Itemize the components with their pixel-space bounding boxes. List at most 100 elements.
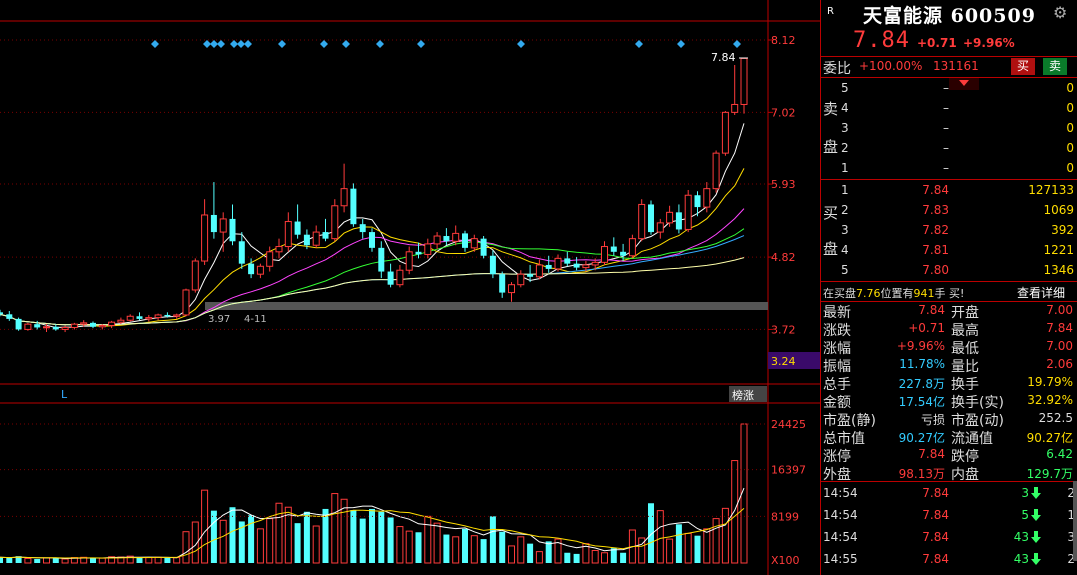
level-price: –	[943, 141, 949, 155]
stat-value: 90.27亿	[1026, 431, 1073, 445]
volume-axis-label: 16397	[771, 464, 806, 477]
divider	[821, 281, 1077, 282]
volume-bar	[210, 510, 217, 563]
volume-bar	[303, 511, 310, 563]
volume-bar	[545, 541, 552, 563]
volume-bar	[517, 536, 525, 564]
stat-value: 227.8万	[898, 377, 945, 391]
candle-body	[90, 322, 96, 327]
stat-row: 涨停 7.84 跌停 6.42	[821, 446, 1077, 465]
r-badge: R	[827, 6, 834, 17]
ask-row[interactable]: 2 – 0	[821, 138, 1077, 158]
level-price: 7.83	[922, 203, 949, 217]
candle-body	[210, 214, 217, 233]
stat-row: 涨跌 +0.71 最高 7.84	[821, 320, 1077, 339]
candle-body	[201, 214, 209, 262]
bid-row[interactable]: 4 7.81 1221	[821, 240, 1077, 260]
tick-row: 14:54 7.84 5 1	[821, 505, 1077, 526]
candle-body	[61, 326, 69, 330]
stat-value: +9.96%	[896, 339, 945, 353]
ask-row[interactable]: 5 – 0	[821, 78, 1077, 98]
volume-unit-label: X100	[771, 554, 800, 567]
candle-body	[312, 231, 320, 246]
volume-bar	[387, 517, 394, 563]
candle-body	[462, 233, 468, 248]
stat-value: 6.42	[1046, 447, 1073, 461]
candle-body	[24, 323, 32, 330]
stat-value: 129.7万	[1026, 467, 1073, 481]
candle-body	[387, 271, 394, 285]
candle-body	[248, 263, 255, 275]
ask-row[interactable]: 4 – 0	[821, 98, 1077, 118]
bid-row[interactable]: 2 7.83 1069	[821, 200, 1077, 220]
volume-bar	[480, 539, 487, 563]
sell-button[interactable]: 卖	[1043, 58, 1067, 75]
stat-value: 98.13万	[898, 467, 945, 481]
stat-row: 总市值 90.27亿 流通值 90.27亿	[821, 428, 1077, 447]
candle-body	[6, 314, 13, 319]
bid-row[interactable]: 5 7.80 1346	[821, 260, 1077, 280]
l-label: L	[61, 388, 68, 401]
level-price: –	[943, 121, 949, 135]
volume-bar	[721, 507, 729, 564]
level-number: 5	[841, 263, 849, 277]
candle-body	[173, 314, 181, 317]
volume-bar	[136, 557, 143, 563]
notice-text: 在买盘7.76位置有941手 买!	[823, 287, 965, 300]
volume-bar	[684, 532, 692, 564]
stat-label: 涨停	[823, 449, 851, 465]
volume-bar	[462, 528, 468, 563]
candle-body	[610, 246, 617, 252]
price-axis-label: 3.72	[771, 323, 796, 336]
bid-row[interactable]: 3 7.82 392	[821, 220, 1077, 240]
down-arrow-icon	[1031, 531, 1041, 543]
volume-bar	[433, 522, 441, 564]
kline-chart[interactable]: 8.12 7.02 5.93 4.82 3.72 3.24 7.84 3.97 4-11 L 榜涨 2…	[0, 0, 820, 575]
volume-bar	[424, 515, 432, 564]
volume-bar	[0, 557, 3, 563]
stat-label: 市盈(动)	[951, 413, 1004, 429]
candle-body	[164, 314, 171, 317]
volume-bar	[322, 508, 329, 563]
volume-bar	[294, 523, 301, 563]
level-number: 4	[841, 101, 849, 115]
stat-value: 7.84	[1046, 321, 1073, 335]
volume-bar	[24, 557, 32, 564]
tick-price: 7.84	[922, 486, 949, 500]
candle-body	[154, 314, 162, 319]
volume-bar	[675, 524, 682, 563]
volume-bar	[470, 535, 478, 564]
stat-label: 金额	[823, 395, 851, 411]
weibi-value: +100.00%	[859, 59, 923, 73]
ask-row[interactable]: 1 – 0	[821, 158, 1077, 178]
stat-row: 市盈(静) 亏损 市盈(动) 252.5	[821, 410, 1077, 429]
stat-row: 涨幅 +9.96% 最低 7.00	[821, 338, 1077, 357]
volume-bar	[573, 553, 580, 563]
stock-title: 天富能源 600509	[863, 5, 1036, 27]
price-axis-label: 5.93	[771, 178, 796, 191]
tick-time: 14:55	[823, 552, 858, 566]
level-price: 7.82	[922, 223, 949, 237]
candle-body	[359, 224, 366, 233]
level-number: 4	[841, 243, 849, 257]
stat-row: 金额 17.54亿 换手(实) 32.92%	[821, 392, 1077, 411]
stat-label: 流通值	[951, 431, 993, 447]
tick-volume: 43	[1013, 552, 1029, 566]
ask-row[interactable]: 3 – 0	[821, 118, 1077, 138]
scrollbar[interactable]	[1073, 481, 1077, 561]
volume-bar	[415, 532, 422, 563]
tick-count: 1	[1067, 508, 1075, 522]
view-detail-link[interactable]: 查看详细	[1017, 284, 1065, 301]
tick-count: 2	[1067, 486, 1075, 500]
big-order-notice: 在买盘7.76位置有941手 买! 查看详细	[821, 283, 1077, 301]
candle-body	[405, 251, 413, 271]
volume-bar	[6, 557, 13, 563]
candle-body	[117, 319, 125, 323]
price-axis-label: 8.12	[771, 34, 796, 47]
tick-time: 14:54	[823, 486, 858, 500]
stat-label: 最新	[823, 305, 851, 321]
stat-label: 总市值	[823, 431, 865, 447]
buy-button[interactable]: 买	[1011, 58, 1035, 75]
gear-icon[interactable]: ⚙	[1053, 3, 1067, 22]
bid-row[interactable]: 1 7.84 127133	[821, 180, 1077, 200]
